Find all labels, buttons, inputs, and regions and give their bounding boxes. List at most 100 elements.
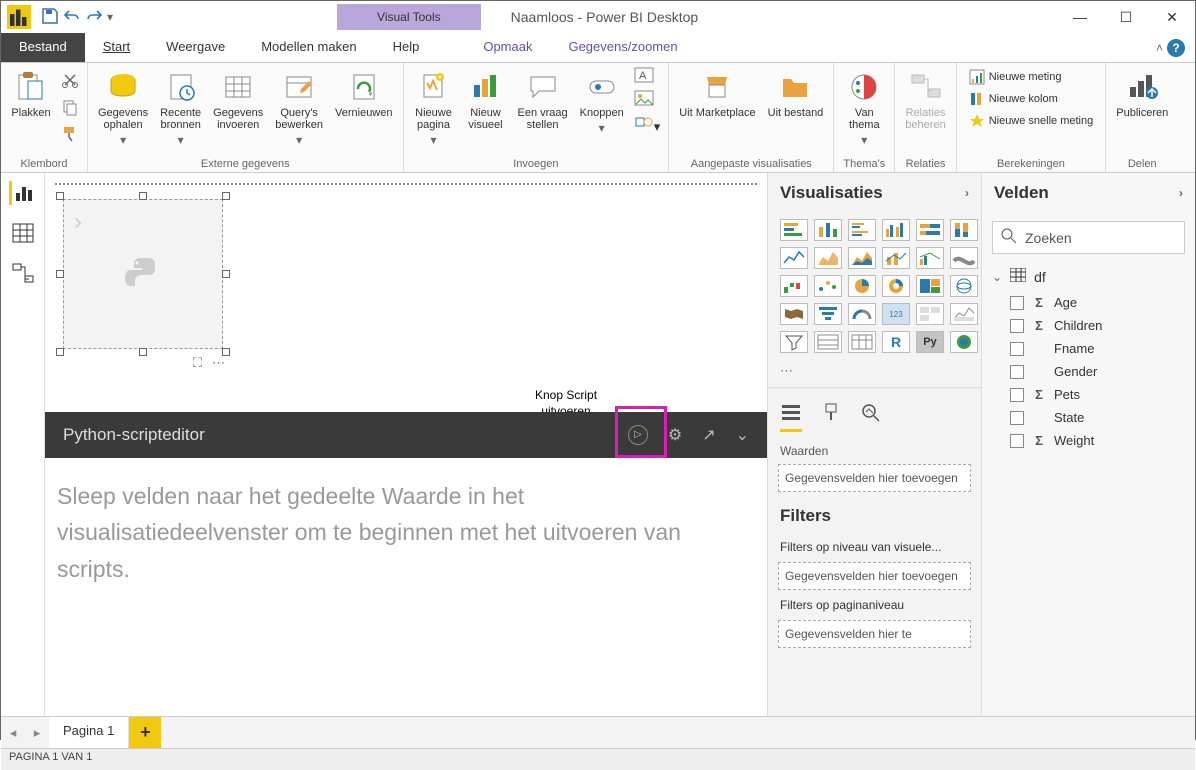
model-view-icon[interactable]	[9, 261, 37, 285]
more-options-icon[interactable]: ⋯	[212, 355, 225, 371]
checkbox[interactable]	[1010, 319, 1024, 333]
viz-filled-map[interactable]	[780, 303, 808, 325]
recent-sources-button[interactable]: Recente bronnen▾	[158, 67, 203, 149]
collapse-editor-icon[interactable]: ⌄	[736, 425, 749, 445]
viz-clustered-column[interactable]	[882, 219, 910, 241]
new-page-button[interactable]: Nieuwe pagina▾	[412, 67, 456, 149]
analytics-tab-icon[interactable]	[860, 402, 882, 432]
viz-stacked-area[interactable]	[848, 247, 876, 269]
undo-icon[interactable]	[63, 7, 81, 28]
copy-icon[interactable]	[61, 98, 79, 119]
viz-line-column[interactable]	[882, 247, 910, 269]
collapse-vispane-icon[interactable]: ›	[965, 186, 969, 200]
tab-modellen[interactable]: Modellen maken	[243, 33, 374, 62]
viz-donut[interactable]	[882, 275, 910, 297]
focus-mode-icon[interactable]: ⛶	[193, 355, 202, 371]
viz-slicer[interactable]	[780, 331, 808, 353]
tab-nav-prev[interactable]: ◂	[1, 717, 25, 748]
buttons-button[interactable]: Knoppen▾	[578, 67, 626, 137]
image-icon[interactable]	[634, 90, 661, 111]
viz-clustered-bar[interactable]	[848, 219, 876, 241]
theme-button[interactable]: Van thema▾	[842, 67, 886, 149]
viz-matrix[interactable]	[848, 331, 876, 353]
paste-button[interactable]: Plakken	[9, 67, 53, 121]
checkbox[interactable]	[1010, 434, 1024, 448]
viz-r[interactable]: R	[882, 331, 910, 353]
format-tab-icon[interactable]	[820, 402, 842, 432]
ask-question-button[interactable]: Een vraag stellen	[516, 67, 570, 133]
viz-treemap[interactable]	[916, 275, 944, 297]
viz-arcgis[interactable]	[950, 331, 978, 353]
format-painter-icon[interactable]	[61, 125, 79, 146]
viz-line[interactable]	[780, 247, 808, 269]
qat-dropdown-icon[interactable]: ▾	[107, 10, 113, 24]
enter-data-button[interactable]: Gegevens invoeren	[211, 67, 265, 133]
tab-file[interactable]: Bestand	[1, 33, 85, 62]
minimize-button[interactable]: —	[1057, 1, 1103, 33]
viz-scatter[interactable]	[814, 275, 842, 297]
values-well[interactable]: Gegevensvelden hier toevoegen	[778, 464, 971, 492]
checkbox[interactable]	[1010, 411, 1024, 425]
viz-stacked-bar[interactable]	[780, 219, 808, 241]
new-visual-button[interactable]: Nieuw visueel	[464, 67, 508, 133]
help-icon[interactable]: ?	[1167, 39, 1185, 57]
viz-gauge[interactable]	[848, 303, 876, 325]
viz-more-icon[interactable]: ⋯	[768, 359, 981, 383]
tab-gegevens-zoomen[interactable]: Gegevens/zoomen	[550, 33, 695, 62]
visual-filter-well[interactable]: Gegevensvelden hier toevoegen	[778, 562, 971, 590]
marketplace-button[interactable]: Uit Marketplace	[677, 67, 757, 121]
viz-kpi[interactable]	[950, 303, 978, 325]
tab-start[interactable]: Start	[85, 33, 148, 62]
script-options-icon[interactable]: ⚙	[668, 425, 682, 445]
field-gender[interactable]: Gender	[982, 360, 1195, 383]
get-data-button[interactable]: Gegevens ophalen▾	[96, 67, 150, 149]
from-file-button[interactable]: Uit bestand	[766, 67, 826, 121]
viz-100-bar[interactable]	[916, 219, 944, 241]
report-view-icon[interactable]	[9, 181, 37, 205]
collapse-ribbon-icon[interactable]: ˄	[1156, 41, 1163, 55]
table-df[interactable]: ⌄ df	[982, 262, 1195, 291]
tab-help[interactable]: Help	[375, 33, 438, 62]
save-icon[interactable]	[41, 7, 59, 28]
viz-funnel[interactable]	[814, 303, 842, 325]
viz-map[interactable]	[950, 275, 978, 297]
field-age[interactable]: ΣAge	[982, 291, 1195, 314]
textbox-icon[interactable]: A	[634, 67, 661, 88]
checkbox[interactable]	[1010, 296, 1024, 310]
tab-nav-next[interactable]: ▸	[25, 717, 49, 748]
checkbox[interactable]	[1010, 388, 1024, 402]
publish-button[interactable]: Publiceren	[1114, 67, 1170, 121]
close-button[interactable]: ✕	[1149, 1, 1195, 33]
expand-table-icon[interactable]: ⌄	[992, 270, 1002, 284]
add-page-button[interactable]: +	[129, 717, 161, 748]
shapes-icon[interactable]: ▾	[634, 113, 661, 135]
viz-ribbon[interactable]	[950, 247, 978, 269]
viz-card[interactable]: 123	[882, 303, 910, 325]
viz-100-column[interactable]	[950, 219, 978, 241]
field-state[interactable]: State	[982, 406, 1195, 429]
field-pets[interactable]: ΣPets	[982, 383, 1195, 406]
viz-pie[interactable]	[848, 275, 876, 297]
cut-icon[interactable]	[61, 71, 79, 92]
field-fname[interactable]: Fname	[982, 337, 1195, 360]
maximize-button[interactable]: ☐	[1103, 1, 1149, 33]
page-filter-well[interactable]: Gegevensvelden hier te	[778, 620, 971, 648]
checkbox[interactable]	[1010, 365, 1024, 379]
script-editor-body[interactable]: Sleep velden naar het gedeelte Waarde in…	[45, 458, 767, 717]
popout-icon[interactable]: ↗	[702, 425, 715, 445]
viz-multi-card[interactable]	[916, 303, 944, 325]
field-children[interactable]: ΣChildren	[982, 314, 1195, 337]
viz-area[interactable]	[814, 247, 842, 269]
edit-queries-button[interactable]: Query's bewerken▾	[273, 67, 325, 149]
page-tab-1[interactable]: Pagina 1	[49, 717, 129, 748]
redo-icon[interactable]	[85, 7, 103, 28]
viz-line-clustered[interactable]	[916, 247, 944, 269]
new-quick-measure-button[interactable]: Nieuwe snelle meting	[965, 111, 1098, 131]
viz-stacked-column[interactable]	[814, 219, 842, 241]
new-measure-button[interactable]: Nieuwe meting	[965, 67, 1066, 87]
field-weight[interactable]: ΣWeight	[982, 429, 1195, 452]
report-canvas[interactable]: › ⛶ ⋯ Knop Scriptuitvoeren ➘ Python-scri…	[45, 173, 767, 716]
data-view-icon[interactable]	[9, 221, 37, 245]
collapse-fields-icon[interactable]: ›	[1179, 186, 1183, 200]
refresh-button[interactable]: Vernieuwen	[333, 67, 395, 121]
